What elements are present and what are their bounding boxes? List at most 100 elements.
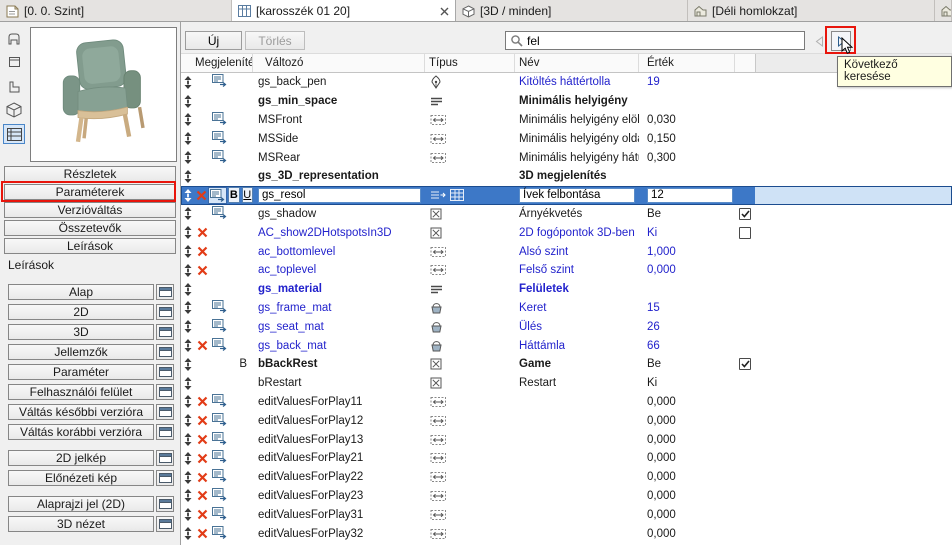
open-in-window-button[interactable] <box>156 284 174 300</box>
display-toggle-icon[interactable] <box>212 299 227 316</box>
script-button[interactable]: 3D nézet <box>8 516 154 532</box>
parameter-row[interactable]: editValuesForPlay12 0,000 <box>181 411 952 430</box>
reorder-handle[interactable] <box>181 111 195 130</box>
reorder-handle[interactable] <box>181 317 195 336</box>
display-toggle-icon[interactable] <box>212 431 227 448</box>
delete-parameter-icon[interactable] <box>197 509 208 520</box>
parameter-row[interactable]: MSSide Minimális helyigény oldalt 0,150 <box>181 129 952 148</box>
preview-3d-view-icon[interactable] <box>3 100 25 120</box>
display-toggle-icon[interactable] <box>212 130 227 147</box>
reorder-handle[interactable] <box>181 73 195 92</box>
open-in-window-button[interactable] <box>156 364 174 380</box>
window-tab-partial[interactable] <box>935 0 952 21</box>
next-search-button[interactable] <box>831 31 851 51</box>
parameter-row[interactable]: BbBackRest Game Be <box>181 355 952 374</box>
reorder-handle[interactable] <box>181 186 195 205</box>
reorder-handle[interactable] <box>181 280 195 299</box>
preview-side-view-icon[interactable] <box>3 76 25 96</box>
reorder-handle[interactable] <box>181 205 195 224</box>
script-button[interactable]: Felhasználói felület <box>8 384 154 400</box>
reorder-handle[interactable] <box>181 167 195 186</box>
open-in-window-button[interactable] <box>156 344 174 360</box>
window-tab[interactable]: [0. 0. Szint] <box>0 0 232 21</box>
delete-parameter-icon[interactable] <box>197 528 208 539</box>
display-toggle-icon[interactable] <box>212 525 227 542</box>
display-toggle-icon[interactable] <box>212 74 227 90</box>
display-toggle-icon[interactable] <box>212 393 227 410</box>
display-toggle-icon[interactable] <box>212 149 227 166</box>
reorder-handle[interactable] <box>181 261 195 280</box>
open-in-window-button[interactable] <box>156 304 174 320</box>
parameter-row[interactable]: AC_show2DHotspotsIn3D 2D fogópontok 3D-be… <box>181 223 952 242</box>
parameter-row[interactable]: MSFront Minimális helyigény elöl 0,030 <box>181 111 952 130</box>
reorder-handle[interactable] <box>181 430 195 449</box>
bold-style-button[interactable]: B <box>228 187 240 204</box>
close-tab-icon[interactable] <box>440 7 449 16</box>
parameter-row[interactable]: gs_material Felületek <box>181 280 952 299</box>
parameter-row[interactable]: gs_frame_mat Keret 15 <box>181 299 952 318</box>
parameter-row[interactable]: editValuesForPlay13 0,000 <box>181 430 952 449</box>
sidebar-button-paraméterek[interactable]: Paraméterek <box>4 184 176 200</box>
delete-parameter-icon[interactable] <box>197 434 208 445</box>
delete-parameter-icon[interactable] <box>197 490 208 501</box>
display-toggle-icon[interactable] <box>212 487 227 504</box>
parameter-row[interactable]: editValuesForPlay31 0,000 <box>181 505 952 524</box>
reorder-handle[interactable] <box>181 411 195 430</box>
parameter-row[interactable]: gs_seat_mat Ülés 26 <box>181 317 952 336</box>
parameter-row[interactable]: B Ugs_resol Ívek felbontása 12 <box>181 185 952 205</box>
sidebar-button-leírások[interactable]: Leírások <box>4 238 176 254</box>
parameter-row[interactable]: gs_3D_representation 3D megjelenítés <box>181 167 952 186</box>
parameter-row[interactable]: editValuesForPlay22 0,000 <box>181 468 952 487</box>
delete-parameter-icon[interactable] <box>197 453 208 464</box>
preview-list-icon[interactable] <box>3 124 25 144</box>
sidebar-button-részletek[interactable]: Részletek <box>4 166 176 182</box>
name-edit-field[interactable]: Ívek felbontása <box>519 187 635 203</box>
display-toggle-icon[interactable] <box>212 111 227 128</box>
sidebar-button-verzióváltás[interactable]: Verzióváltás <box>4 202 176 218</box>
reorder-handle[interactable] <box>181 449 195 468</box>
open-in-window-button[interactable] <box>156 516 174 532</box>
new-parameter-button[interactable]: Új <box>185 31 242 50</box>
script-button[interactable]: Paraméter <box>8 364 154 380</box>
value-edit-field[interactable]: 12 <box>647 187 733 203</box>
reorder-handle[interactable] <box>181 92 195 111</box>
parameter-row[interactable]: gs_back_mat Háttámla 66 <box>181 336 952 355</box>
open-in-window-button[interactable] <box>156 424 174 440</box>
reorder-handle[interactable] <box>181 129 195 148</box>
display-toggle-icon[interactable] <box>212 205 227 222</box>
reorder-handle[interactable] <box>181 336 195 355</box>
open-in-window-button[interactable] <box>156 324 174 340</box>
delete-parameter-icon[interactable] <box>197 472 208 483</box>
variable-edit-field[interactable]: gs_resol <box>258 187 421 203</box>
display-toggle-icon[interactable] <box>212 337 227 354</box>
delete-parameter-icon[interactable] <box>197 265 208 276</box>
open-in-window-button[interactable] <box>156 470 174 486</box>
open-in-window-button[interactable] <box>156 404 174 420</box>
delete-parameter-icon[interactable] <box>197 415 208 426</box>
reorder-handle[interactable] <box>181 468 195 487</box>
parameter-row[interactable]: editValuesForPlay11 0,000 <box>181 393 952 412</box>
reorder-handle[interactable] <box>181 223 195 242</box>
parameter-row[interactable]: ac_toplevel Felső szint 0,000 <box>181 261 952 280</box>
parameter-row[interactable]: editValuesForPlay21 0,000 <box>181 449 952 468</box>
display-toggle-icon[interactable] <box>212 506 227 523</box>
delete-parameter-icon[interactable] <box>197 246 208 257</box>
script-button[interactable]: Alaprajzi jel (2D) <box>8 496 154 512</box>
delete-parameter-icon[interactable] <box>197 340 208 351</box>
parameter-row[interactable]: editValuesForPlay32 0,000 <box>181 524 952 543</box>
script-button[interactable]: 2D <box>8 304 154 320</box>
search-input[interactable] <box>523 33 804 48</box>
window-tab[interactable]: [karosszék 01 20] <box>232 0 456 21</box>
parameter-row[interactable]: gs_min_space Minimális helyigény <box>181 92 952 111</box>
script-button[interactable]: Alap <box>8 284 154 300</box>
reorder-handle[interactable] <box>181 393 195 412</box>
value-checkbox[interactable] <box>739 226 751 239</box>
previous-search-button[interactable] <box>810 32 828 50</box>
display-toggle-icon[interactable] <box>212 469 227 485</box>
preview-front-view-icon[interactable] <box>3 28 25 48</box>
reorder-handle[interactable] <box>181 299 195 318</box>
reorder-handle[interactable] <box>181 524 195 543</box>
delete-parameter-icon[interactable] <box>197 227 208 238</box>
open-in-window-button[interactable] <box>156 384 174 400</box>
script-button[interactable]: Váltás későbbi verzióra <box>8 404 154 420</box>
